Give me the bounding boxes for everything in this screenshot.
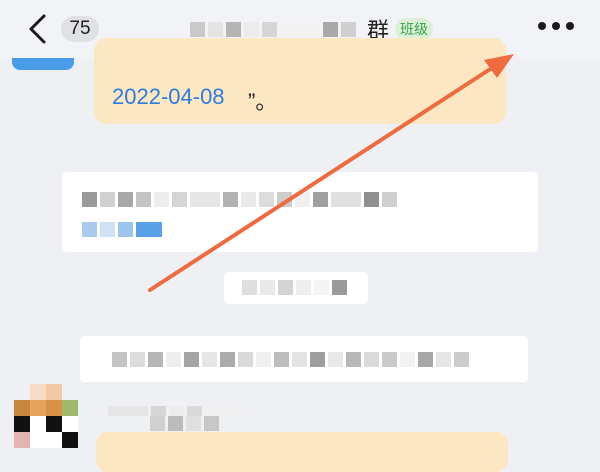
class-tag-badge: 班级 — [395, 18, 434, 40]
sender-name-blurred — [108, 406, 248, 416]
message-bubble-bottom[interactable] — [96, 432, 508, 472]
blurred-link-row — [82, 222, 165, 237]
chevron-left-icon[interactable] — [26, 13, 48, 45]
unread-count-badge[interactable]: 75 — [61, 16, 99, 42]
message-text-suffix: ”。 — [248, 89, 278, 114]
time-separator-card — [224, 272, 368, 304]
avatar[interactable] — [14, 384, 80, 450]
notice-card — [80, 336, 528, 382]
message-bubble[interactable] — [94, 38, 506, 124]
more-horizontal-icon[interactable] — [538, 22, 578, 36]
date-link[interactable]: 2022-04-08 — [112, 84, 225, 110]
message-indicator — [12, 58, 74, 70]
blurred-text-row — [82, 192, 400, 207]
system-message-card — [62, 172, 538, 252]
